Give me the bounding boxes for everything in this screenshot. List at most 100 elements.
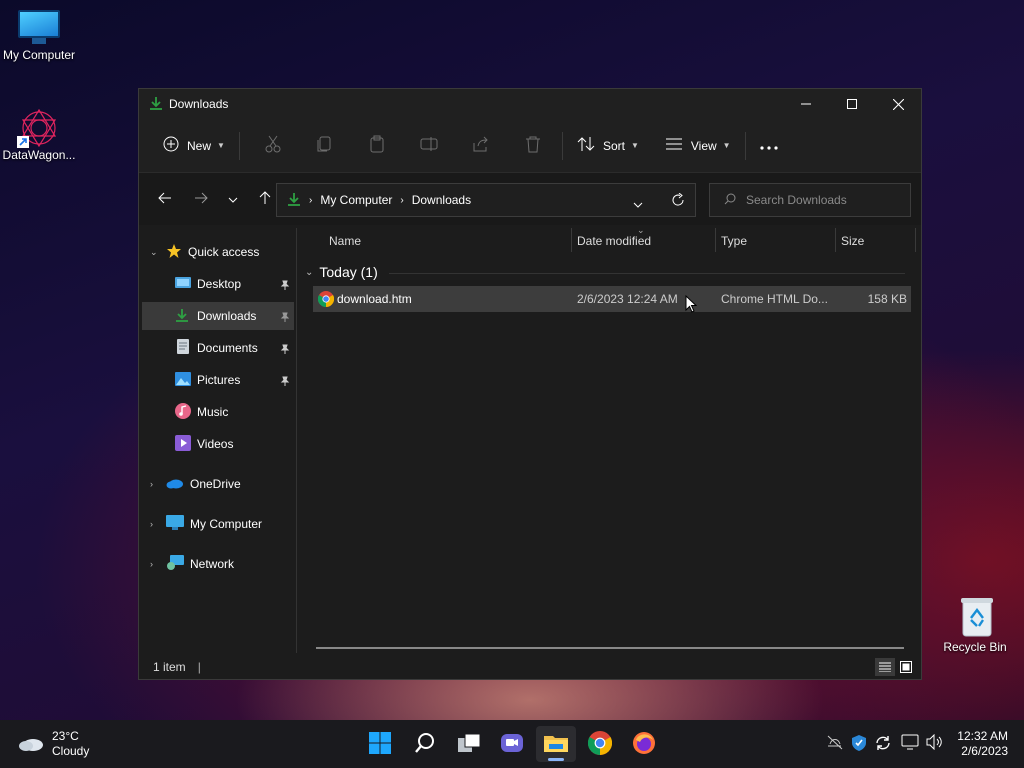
copy-button[interactable] [310,130,340,162]
trash-icon [524,135,542,156]
sort-label: Sort [602,138,625,153]
monitor-icon [18,10,60,44]
group-header-today[interactable]: ⌄ Today (1) [305,264,378,280]
paste-button[interactable] [362,130,392,162]
tiles-view-button[interactable] [897,658,915,676]
view-button[interactable]: View ▼ [659,130,737,162]
monitor-icon [166,514,184,534]
refresh-icon[interactable] [671,192,685,210]
search-box[interactable] [709,183,911,217]
chrome-icon [587,730,613,758]
address-history-dropdown[interactable] [633,197,643,211]
column-header-size[interactable]: Size [841,228,911,254]
maximize-button[interactable] [829,89,875,119]
chevron-down-icon: ▼ [722,141,731,150]
cut-button[interactable] [258,130,288,162]
toolbar-divider [238,131,240,160]
sidebar-item-label: OneDrive [190,477,241,491]
new-button[interactable]: New ▼ [157,130,231,162]
chevron-down-icon: ▼ [630,141,639,150]
sidebar-item-quick-access[interactable]: ⌄ Quick access [142,238,294,266]
clock-date: 2/6/2023 [961,744,1008,758]
minimize-button[interactable] [783,89,829,119]
sidebar-item-network[interactable]: › Network [142,550,294,578]
file-explorer-taskbar-button[interactable] [536,726,576,762]
column-header-type[interactable]: Type [721,228,835,254]
task-view-button[interactable] [449,726,489,762]
column-divider[interactable] [715,228,716,252]
column-divider[interactable] [835,228,836,252]
close-button[interactable] [875,89,921,119]
column-label: Type [721,234,748,248]
firefox-taskbar-button[interactable] [624,726,664,762]
back-button[interactable] [149,183,181,215]
share-icon [472,135,490,156]
breadcrumb-downloads[interactable]: Downloads [412,193,471,207]
document-icon [177,339,189,357]
sidebar-item-documents[interactable]: Documents [142,334,294,362]
column-label: Name [329,234,362,248]
weather-temp: 23°C [52,729,79,743]
recent-locations-button[interactable] [217,183,249,215]
details-view-button[interactable] [875,658,895,676]
chat-button[interactable] [492,726,532,762]
chevron-down-icon[interactable]: ⌄ [150,247,158,258]
arrow-left-icon [158,192,172,207]
sidebar-item-videos[interactable]: Videos [142,430,294,458]
horizontal-scrollbar[interactable] [316,647,904,649]
sidebar-item-pictures[interactable]: Pictures [142,366,294,394]
sidebar-item-music[interactable]: Music [142,398,294,426]
column-divider[interactable] [915,228,916,252]
recycle-bin-icon [959,596,993,637]
weather-widget[interactable]: 23°C Cloudy [18,729,89,759]
file-explorer-window: Downloads New ▼ Sort ▼ View ▼ › My Compu… [138,88,922,680]
more-options-button[interactable] [754,130,784,162]
delete-button[interactable] [518,130,548,162]
desktop-icon-recycle-bin[interactable]: Recycle Bin [933,596,1017,654]
system-clock[interactable]: 12:32 AM 2/6/2023 [957,729,1008,759]
chevron-down-icon [228,192,238,206]
pin-icon [280,343,290,357]
column-divider[interactable] [571,228,572,252]
chevron-right-icon[interactable]: › [150,479,153,489]
chrome-taskbar-button[interactable] [580,726,620,762]
security-shield-icon[interactable] [851,734,867,755]
chat-icon [500,732,524,757]
network-off-icon[interactable] [826,734,844,753]
rename-button[interactable] [414,130,444,162]
desktop-icon-my-computer[interactable]: My Computer [0,10,81,62]
sidebar-item-onedrive[interactable]: › OneDrive [142,470,294,498]
address-bar[interactable]: › My Computer › Downloads [276,183,696,217]
sidebar-item-downloads[interactable]: Downloads [142,302,294,330]
navigation-pane: ⌄ Quick access Desktop Downloads Documen… [139,228,297,653]
chevron-right-icon[interactable]: › [150,559,153,569]
pin-icon [280,375,290,389]
search-input[interactable] [746,193,906,207]
desktop-icon-datawagon[interactable]: DataWagon... [0,106,81,162]
sidebar-item-desktop[interactable]: Desktop [142,270,294,298]
sync-icon[interactable] [874,734,892,755]
file-row[interactable]: download.htm 2/6/2023 12:24 AM Chrome HT… [313,286,911,312]
share-button[interactable] [466,130,496,162]
sort-button[interactable]: Sort ▼ [571,130,645,162]
file-type: Chrome HTML Do... [721,292,828,306]
column-header-date[interactable]: Date modified [577,228,713,254]
breadcrumb-my-computer[interactable]: My Computer [320,193,392,207]
search-button[interactable] [405,726,445,762]
column-header-name[interactable]: Name [329,228,569,254]
display-icon[interactable] [901,734,919,753]
search-icon [724,193,736,208]
clock-time: 12:32 AM [957,729,1008,743]
chevron-right-icon[interactable]: › [150,519,153,529]
sidebar-item-my-computer[interactable]: › My Computer [142,510,294,538]
item-count: 1 item [153,660,186,674]
view-list-icon [665,137,683,154]
title-bar[interactable]: Downloads [139,89,921,119]
volume-icon[interactable] [926,733,944,753]
taskbar: 23°C Cloudy 12:32 AM 2/6/2023 [0,720,1024,768]
start-button[interactable] [360,726,400,762]
mouse-cursor-icon [685,294,698,316]
desktop-icon-label: Recycle Bin [943,640,1007,654]
command-bar: New ▼ Sort ▼ View ▼ [139,119,921,173]
forward-button[interactable] [185,183,217,215]
